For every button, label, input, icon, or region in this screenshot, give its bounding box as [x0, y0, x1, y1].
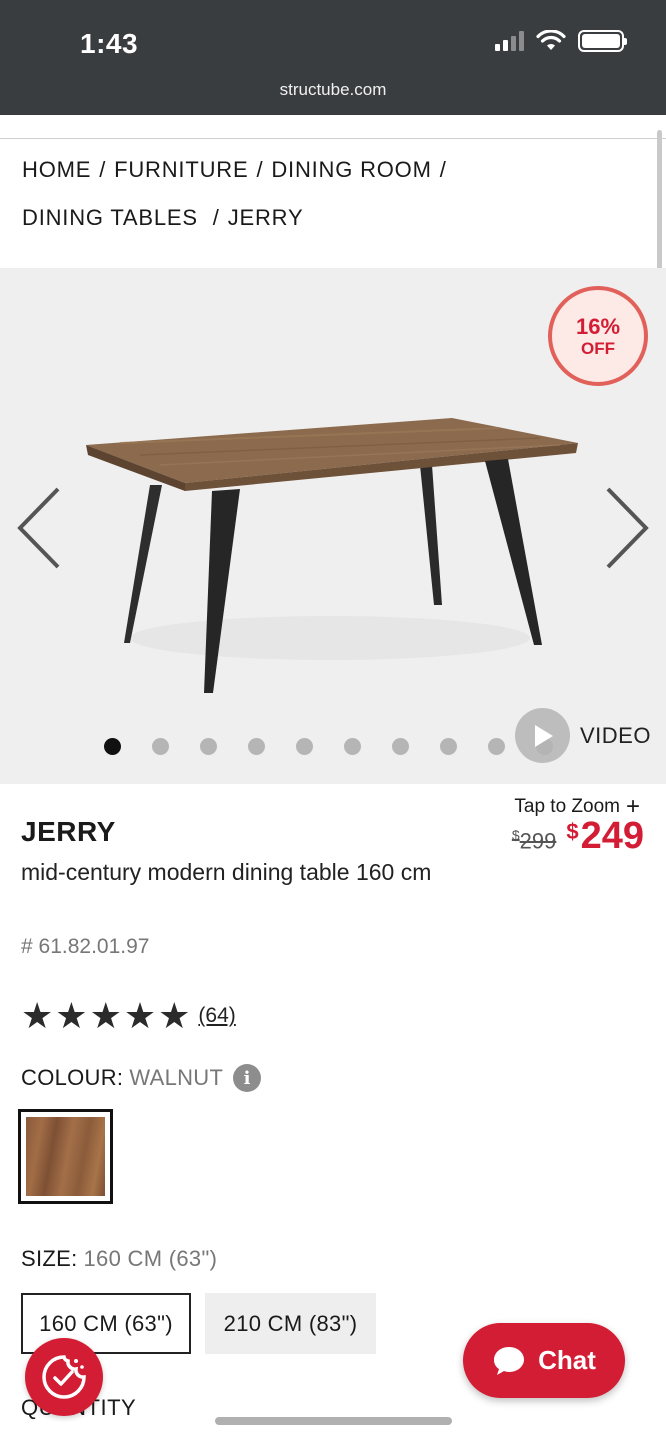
info-icon[interactable]: i: [233, 1064, 262, 1092]
product-sku: # 61.82.01.97: [21, 935, 150, 958]
status-time: 1:43: [80, 28, 139, 59]
price-block: $299 $249: [512, 815, 644, 858]
colour-value: WALNUT: [129, 1065, 224, 1090]
star-rating: ★ ★ ★ ★ ★: [21, 998, 190, 1034]
tap-to-zoom-label: Tap to Zoom: [514, 796, 620, 817]
star-icon: ★: [21, 995, 54, 1036]
old-price-currency: $: [511, 827, 520, 843]
gallery-dot[interactable]: [488, 738, 505, 755]
breadcrumb-separator: /: [256, 157, 264, 182]
cookie-icon: [42, 1355, 86, 1399]
video-button[interactable]: VIDEO: [515, 708, 651, 763]
url-bar[interactable]: structube.com: [0, 80, 666, 100]
colour-swatch-walnut[interactable]: [18, 1109, 113, 1204]
size-value: 160 CM (63"): [83, 1246, 218, 1271]
gallery-dot[interactable]: [200, 738, 217, 755]
signal-icon: [495, 31, 524, 51]
gallery-dot[interactable]: [296, 738, 313, 755]
size-option-210[interactable]: 210 CM (83"): [205, 1293, 376, 1354]
product-title: JERRY: [21, 816, 116, 847]
product-gallery[interactable]: 16% OFF VIDEO: [0, 268, 666, 784]
cookie-consent-button[interactable]: [25, 1338, 103, 1416]
breadcrumb-dining-tables[interactable]: DINING TABLES: [22, 205, 198, 230]
size-label: SIZE:: [21, 1246, 78, 1271]
walnut-swatch-image: [26, 1117, 105, 1196]
product-description: mid-century modern dining table 160 cm: [21, 859, 432, 885]
home-indicator[interactable]: [215, 1417, 452, 1425]
play-icon: [515, 708, 570, 763]
breadcrumb-current: JERRY: [227, 205, 304, 230]
status-icons: [495, 30, 627, 52]
gallery-dot[interactable]: [248, 738, 265, 755]
colour-selector-label: COLOUR: WALNUT i: [21, 1064, 262, 1092]
breadcrumb-furniture[interactable]: FURNITURE: [114, 157, 248, 182]
breadcrumb-separator: /: [439, 157, 447, 182]
discount-label: OFF: [581, 338, 615, 358]
review-count-link[interactable]: (64): [198, 1004, 235, 1028]
breadcrumb-separator: /: [212, 205, 220, 230]
gallery-prev-button[interactable]: [14, 483, 64, 573]
star-icon: ★: [158, 995, 191, 1036]
colour-label: COLOUR:: [21, 1065, 124, 1090]
sale-price-value: 249: [580, 815, 644, 857]
breadcrumb-divider: [0, 138, 666, 139]
gallery-next-button[interactable]: [602, 483, 652, 573]
star-icon: ★: [55, 995, 88, 1036]
gallery-dot[interactable]: [152, 738, 169, 755]
chevron-right-icon: [606, 487, 649, 569]
size-selector-label: SIZE: 160 CM (63"): [21, 1246, 217, 1272]
breadcrumb-separator: /: [99, 157, 107, 182]
sale-price-currency: $: [566, 819, 579, 844]
wifi-icon: [536, 30, 566, 50]
discount-badge: 16% OFF: [548, 286, 648, 386]
product-image: [86, 418, 578, 693]
battery-icon: [578, 30, 627, 52]
product-rating[interactable]: ★ ★ ★ ★ ★ (64): [21, 998, 236, 1034]
star-icon: ★: [89, 995, 122, 1036]
chevron-left-icon: [17, 487, 60, 569]
browser-top-bar: 1:43 structube.com: [0, 0, 666, 115]
gallery-dot[interactable]: [344, 738, 361, 755]
breadcrumb: HOME / FURNITURE / DINING ROOM / DINING TABLES…: [22, 146, 622, 242]
breadcrumb-dining-room[interactable]: DINING ROOM: [271, 157, 431, 182]
star-icon: ★: [123, 995, 157, 1036]
gallery-pagination: [104, 738, 553, 755]
chat-bubble-icon: [494, 1346, 525, 1375]
breadcrumb-home[interactable]: HOME: [22, 157, 91, 182]
gallery-dot[interactable]: [104, 738, 121, 755]
video-label: VIDEO: [580, 722, 651, 748]
sale-price: $249: [566, 815, 644, 858]
old-price: $299: [512, 827, 557, 854]
gallery-dot[interactable]: [392, 738, 409, 755]
chat-label: Chat: [538, 1345, 596, 1375]
discount-percent: 16%: [575, 313, 621, 339]
old-price-value: 299: [519, 828, 557, 854]
chat-button[interactable]: Chat: [463, 1323, 625, 1398]
gallery-dot[interactable]: [440, 738, 457, 755]
